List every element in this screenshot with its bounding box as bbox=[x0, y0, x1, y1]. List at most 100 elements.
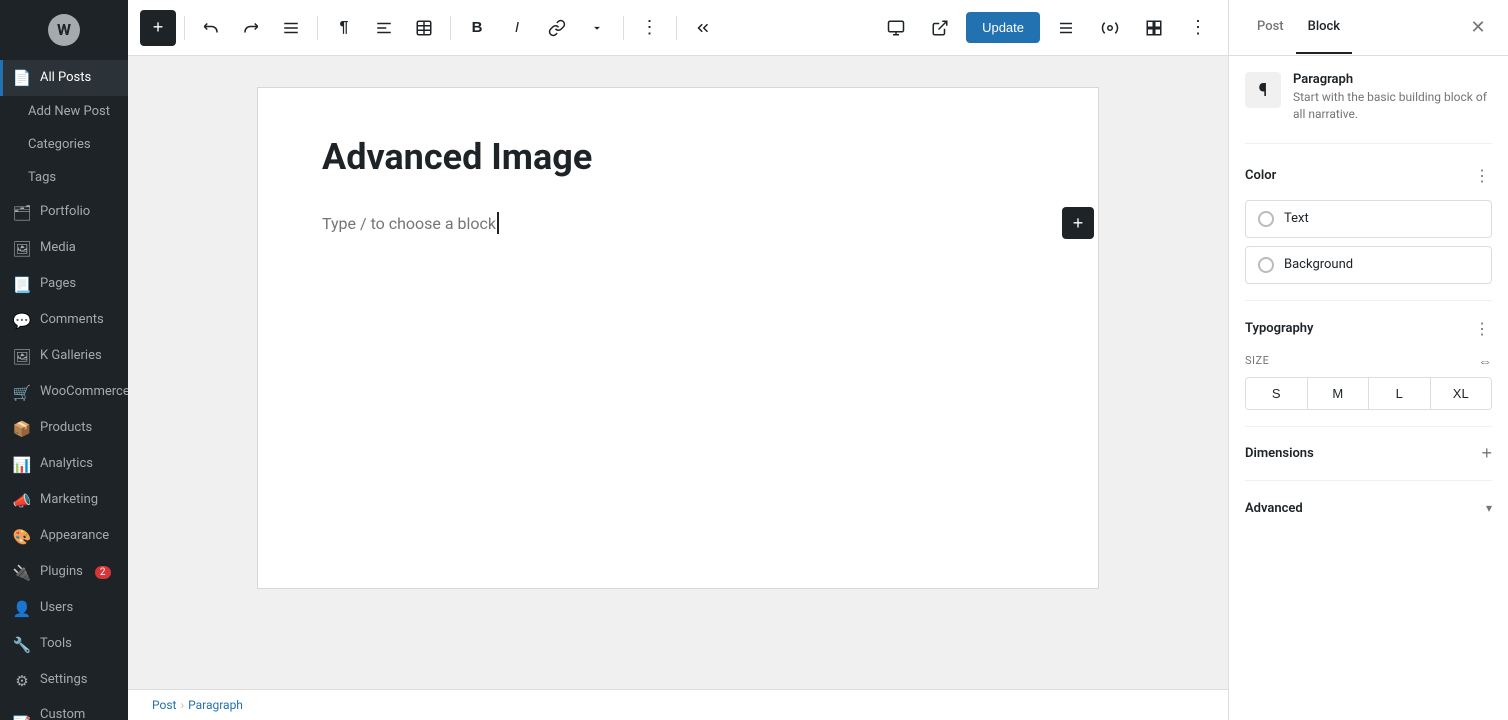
typography-section: Typography ⋮ SIZE ⇔ S M L XL bbox=[1245, 317, 1492, 410]
list-view-button[interactable] bbox=[273, 10, 309, 46]
sidebar-label: Users bbox=[40, 600, 73, 617]
sidebar-label: Marketing bbox=[40, 492, 98, 509]
typography-more-button[interactable]: ⋮ bbox=[1472, 317, 1492, 341]
right-panel: Post Block ✕ ¶ Paragraph Start with the … bbox=[1228, 0, 1508, 720]
breadcrumb-post[interactable]: Post bbox=[152, 698, 176, 712]
sidebar-item-custom-fields[interactable]: 📝 Custom Fields bbox=[0, 699, 128, 720]
comments-icon: 💬 bbox=[12, 311, 32, 331]
sidebar-item-pages[interactable]: 📃 Pages bbox=[0, 267, 128, 303]
sidebar-item-marketing[interactable]: 📣 Marketing bbox=[0, 483, 128, 519]
sidebar-item-add-new-post[interactable]: Add New Post bbox=[0, 96, 128, 129]
sidebar-label: Appearance bbox=[40, 528, 109, 545]
size-s-button[interactable]: S bbox=[1246, 378, 1308, 409]
sidebar-item-plugins[interactable]: 🔌 Plugins 2 bbox=[0, 555, 128, 591]
size-label: SIZE ⇔ bbox=[1245, 353, 1492, 369]
block-panel-button[interactable] bbox=[1136, 10, 1172, 46]
close-panel-button[interactable]: ✕ bbox=[1464, 14, 1492, 42]
background-color-label: Background bbox=[1284, 257, 1353, 272]
sidebar-item-k-galleries[interactable]: 🖼 K Galleries bbox=[0, 339, 128, 375]
color-section-header: Color ⋮ bbox=[1245, 164, 1492, 188]
toolbar-right: Update ⋮ bbox=[878, 10, 1216, 46]
advanced-section-header[interactable]: Advanced ▾ bbox=[1245, 497, 1492, 520]
main-area: + ¶ B I ⋮ bbox=[128, 0, 1228, 720]
bold-button[interactable]: B bbox=[459, 10, 495, 46]
post-title: Advanced Image bbox=[322, 136, 1034, 179]
dimensions-header: Dimensions + bbox=[1245, 443, 1492, 464]
post-settings-button[interactable] bbox=[1048, 10, 1084, 46]
paragraph-style-button[interactable]: ¶ bbox=[326, 10, 362, 46]
align-left-button[interactable] bbox=[366, 10, 402, 46]
section-divider-3 bbox=[1245, 480, 1492, 481]
sidebar-item-products[interactable]: 📦 Products bbox=[0, 411, 128, 447]
editor-area: Advanced Image Type / to choose a block … bbox=[128, 56, 1228, 689]
sidebar-item-comments[interactable]: 💬 Comments bbox=[0, 303, 128, 339]
tab-post[interactable]: Post bbox=[1245, 1, 1296, 54]
sidebar-item-categories[interactable]: Categories bbox=[0, 129, 128, 162]
tools-panel-button[interactable] bbox=[1092, 10, 1128, 46]
sidebar-label: All Posts bbox=[40, 70, 91, 87]
block-details: Paragraph Start with the basic building … bbox=[1293, 72, 1492, 123]
size-m-button[interactable]: M bbox=[1308, 378, 1370, 409]
sidebar-label: Media bbox=[40, 240, 76, 257]
add-block-inline-button[interactable]: + bbox=[1062, 207, 1094, 239]
pages-icon: 📃 bbox=[12, 275, 32, 295]
more-options-button[interactable]: ⋮ bbox=[632, 10, 668, 46]
sidebar-item-appearance[interactable]: 🎨 Appearance bbox=[0, 519, 128, 555]
sidebar-item-media[interactable]: 🖼 Media bbox=[0, 231, 128, 267]
section-divider-2 bbox=[1245, 426, 1492, 427]
block-name: Paragraph bbox=[1293, 72, 1492, 87]
dimensions-section: Dimensions + bbox=[1245, 443, 1492, 464]
add-dimension-button[interactable]: + bbox=[1481, 443, 1492, 464]
advanced-section: Advanced ▾ bbox=[1245, 497, 1492, 520]
size-l-button[interactable]: L bbox=[1369, 378, 1431, 409]
sidebar-item-all-posts[interactable]: 📄 All Posts bbox=[0, 60, 128, 96]
sidebar-item-analytics[interactable]: 📊 Analytics bbox=[0, 447, 128, 483]
sidebar-label: Products bbox=[40, 420, 92, 437]
media-icon: 🖼 bbox=[12, 239, 32, 259]
sidebar-item-users[interactable]: 👤 Users bbox=[0, 591, 128, 627]
users-icon: 👤 bbox=[12, 599, 32, 619]
text-color-radio[interactable] bbox=[1258, 211, 1274, 227]
advanced-chevron-icon: ▾ bbox=[1486, 501, 1492, 515]
portfolio-icon: 🗂 bbox=[12, 203, 32, 223]
block-info-section: ¶ Paragraph Start with the basic buildin… bbox=[1245, 72, 1492, 144]
sidebar-item-settings[interactable]: ⚙ Settings bbox=[0, 663, 128, 699]
sidebar: W 📄 All Posts Add New Post Categories Ta… bbox=[0, 0, 128, 720]
redo-button[interactable] bbox=[233, 10, 269, 46]
sidebar-item-tools[interactable]: 🔧 Tools bbox=[0, 627, 128, 663]
link-button[interactable] bbox=[539, 10, 575, 46]
collapse-sidebar-button[interactable] bbox=[685, 10, 721, 46]
toolbar-separator-3 bbox=[450, 16, 451, 40]
block-placeholder[interactable]: Type / to choose a block + bbox=[322, 203, 1034, 243]
text-cursor bbox=[497, 212, 499, 234]
undo-button[interactable] bbox=[193, 10, 229, 46]
view-desktop-button[interactable] bbox=[878, 10, 914, 46]
color-background-option[interactable]: Background bbox=[1245, 246, 1492, 284]
sidebar-label: Tags bbox=[28, 170, 56, 187]
background-color-radio[interactable] bbox=[1258, 257, 1274, 273]
color-text-option[interactable]: Text bbox=[1245, 200, 1492, 238]
size-settings-button[interactable]: ⇔ bbox=[1478, 353, 1492, 369]
appearance-icon: 🎨 bbox=[12, 527, 32, 547]
advanced-title: Advanced bbox=[1245, 501, 1303, 516]
toolbar-separator-2 bbox=[317, 16, 318, 40]
add-block-toolbar-button[interactable]: + bbox=[140, 10, 176, 46]
section-divider-1 bbox=[1245, 300, 1492, 301]
external-link-button[interactable] bbox=[922, 10, 958, 46]
color-section-more-button[interactable]: ⋮ bbox=[1472, 164, 1492, 188]
italic-button[interactable]: I bbox=[499, 10, 535, 46]
dropdown-button[interactable] bbox=[579, 10, 615, 46]
sidebar-item-tags[interactable]: Tags bbox=[0, 162, 128, 195]
tab-block[interactable]: Block bbox=[1296, 1, 1352, 54]
table-button[interactable] bbox=[406, 10, 442, 46]
woo-icon: 🛒 bbox=[12, 383, 32, 403]
size-xl-button[interactable]: XL bbox=[1431, 378, 1492, 409]
sidebar-item-woocommerce[interactable]: 🛒 WooCommerce bbox=[0, 375, 128, 411]
block-type-icon: ¶ bbox=[1245, 72, 1281, 108]
size-options-group: S M L XL bbox=[1245, 377, 1492, 410]
sidebar-item-portfolio[interactable]: 🗂 Portfolio bbox=[0, 195, 128, 231]
more-menu-button[interactable]: ⋮ bbox=[1180, 10, 1216, 46]
update-button[interactable]: Update bbox=[966, 12, 1040, 43]
breadcrumb-paragraph[interactable]: Paragraph bbox=[188, 698, 243, 712]
dimensions-title: Dimensions bbox=[1245, 446, 1314, 461]
